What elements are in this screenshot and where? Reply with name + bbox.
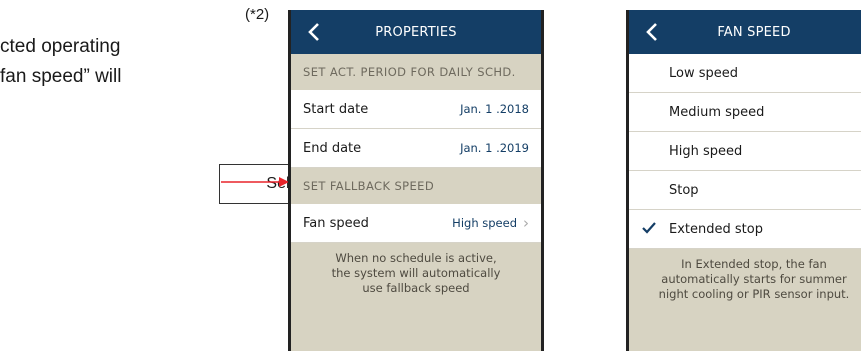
fan-speed-screen: FAN SPEED Low speed Medium speed High sp… <box>626 10 861 351</box>
fan-speed-title: FAN SPEED <box>717 24 791 40</box>
fan-speed-header: FAN SPEED <box>629 10 861 54</box>
section-daily-period: SET ACT. PERIOD FOR DAILY SCHD. <box>303 65 516 79</box>
option-medium-speed[interactable]: Medium speed <box>629 93 861 132</box>
checkmark-icon <box>642 222 656 234</box>
start-date-label: Start date <box>303 101 369 117</box>
fan-speed-label: Fan speed <box>303 215 369 231</box>
fallback-note-line-2: the system will automatically <box>331 266 501 280</box>
option-high-speed[interactable]: High speed <box>629 132 861 171</box>
extended-stop-note-line-3: night cooling or PIR sensor input. <box>658 287 850 301</box>
fan-speed-row[interactable]: Fan speed High speed › <box>291 204 541 243</box>
document-line-1: cted operating <box>0 36 121 57</box>
fan-speed-value: High speed <box>452 216 517 230</box>
option-label: Stop <box>669 182 699 198</box>
start-date-row[interactable]: Start date Jan. 1 .2018 <box>291 90 541 129</box>
back-icon[interactable] <box>305 20 325 44</box>
properties-screen: PROPERTIES SET ACT. PERIOD FOR DAILY SCH… <box>288 10 544 351</box>
start-date-value: Jan. 1 .2018 <box>460 102 529 116</box>
back-icon[interactable] <box>643 20 663 44</box>
extended-stop-note: In Extended stop, the fan automatically … <box>629 249 861 302</box>
properties-title: PROPERTIES <box>375 24 457 40</box>
extended-stop-note-line-2: automatically starts for summer <box>661 272 847 286</box>
properties-header: PROPERTIES <box>291 10 541 54</box>
option-label: High speed <box>669 143 743 159</box>
callout-arrow-icon <box>221 177 289 187</box>
option-label: Low speed <box>669 65 739 81</box>
extended-stop-note-line-1: In Extended stop, the fan <box>681 257 827 271</box>
fallback-note-line-1: When no schedule is active, <box>335 251 497 265</box>
option-label: Medium speed <box>669 104 765 120</box>
section-fallback-speed: SET FALLBACK SPEED <box>303 179 435 193</box>
end-date-row[interactable]: End date Jan. 1 .2019 <box>291 129 541 168</box>
option-stop[interactable]: Stop <box>629 171 861 210</box>
fallback-note-line-3: use fallback speed <box>362 281 470 295</box>
document-line-2: fan speed” will <box>0 66 122 87</box>
end-date-label: End date <box>303 140 362 156</box>
fallback-note: When no schedule is active, the system w… <box>291 243 541 296</box>
chevron-right-icon: › <box>523 214 529 232</box>
document-text: cted operating fan speed” will <box>0 32 121 92</box>
option-extended-stop[interactable]: Extended stop <box>629 210 861 249</box>
footnote-mark: (*2) <box>245 6 270 23</box>
option-low-speed[interactable]: Low speed <box>629 54 861 93</box>
end-date-value: Jan. 1 .2019 <box>460 141 529 155</box>
